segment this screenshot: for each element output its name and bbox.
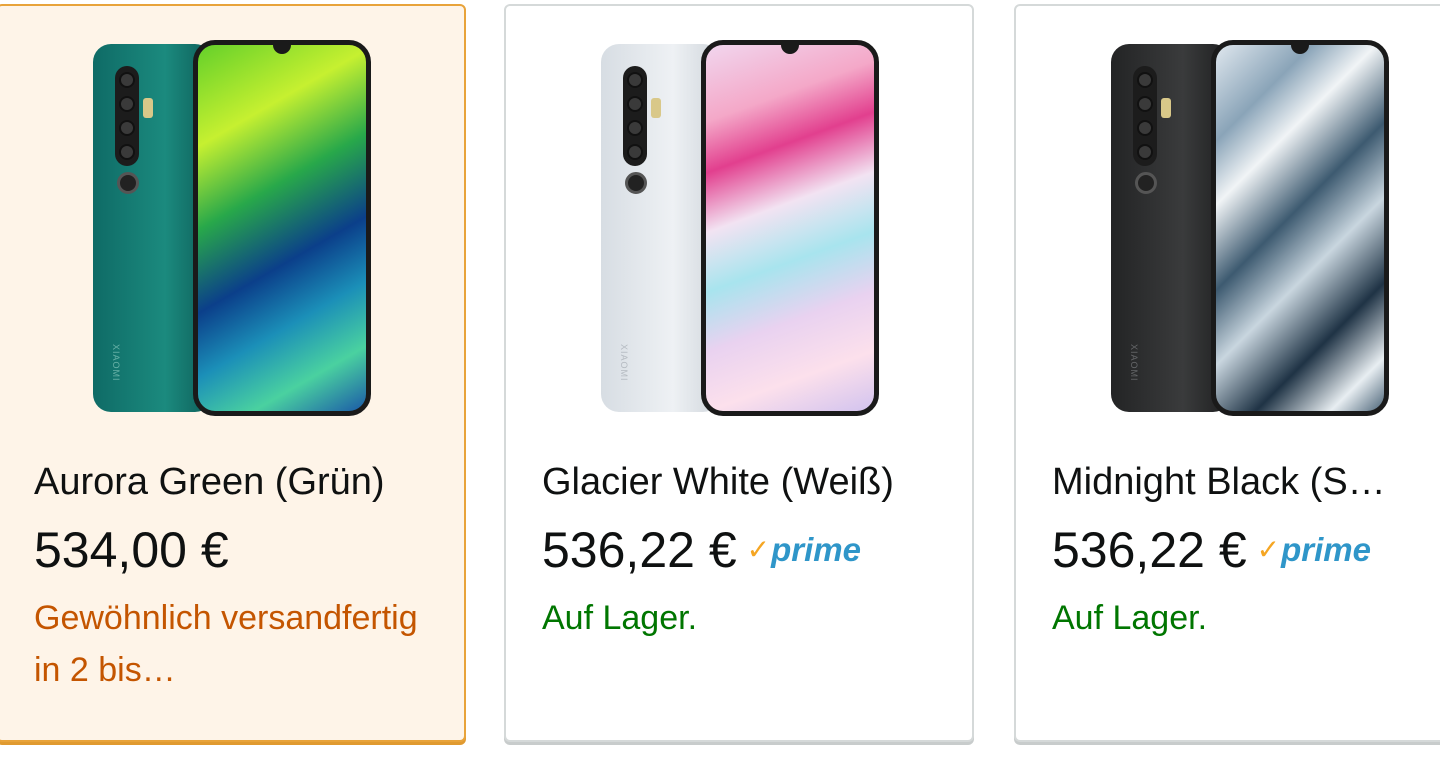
variant-price: 534,00 €	[34, 522, 229, 578]
product-image: XIAOMI	[93, 40, 377, 418]
product-image: XIAOMI	[1111, 40, 1395, 418]
camera-module	[1133, 66, 1157, 166]
phone-screen-image	[193, 40, 371, 416]
camera-lens	[119, 144, 135, 160]
phone-brand-text: XIAOMI	[619, 344, 629, 382]
prime-badge: ✓ prime	[1257, 530, 1371, 570]
prime-label: prime	[1281, 531, 1371, 568]
phone-notch	[1291, 45, 1309, 54]
camera-lens-main	[625, 172, 647, 194]
camera-lens	[1137, 120, 1153, 136]
prime-label: prime	[771, 531, 861, 568]
camera-lens	[627, 120, 643, 136]
camera-flash	[1161, 98, 1171, 118]
variant-price: 536,22 €	[1052, 522, 1247, 578]
product-image: XIAOMI	[601, 40, 885, 418]
availability-text: Gewöhnlich versandfertig in 2 bis…	[34, 599, 418, 689]
prime-badge: ✓ prime	[747, 530, 861, 570]
camera-lens	[627, 72, 643, 88]
camera-lens	[1137, 72, 1153, 88]
availability-text: Auf Lager.	[1052, 599, 1208, 637]
camera-module	[115, 66, 139, 166]
camera-lens-main	[117, 172, 139, 194]
camera-lens	[119, 96, 135, 112]
variant-card-aurora-green[interactable]: XIAOMI Aurora Green (Grün) 534,00 € Gewö…	[0, 4, 466, 742]
camera-lens	[627, 96, 643, 112]
phone-screen-image	[1211, 40, 1389, 416]
camera-flash	[143, 98, 153, 118]
prime-check-icon: ✓	[1256, 534, 1281, 565]
camera-module	[623, 66, 647, 166]
variant-selector-row: XIAOMI Aurora Green (Grün) 534,00 € Gewö…	[0, 0, 1440, 768]
price-row: 534,00 €	[34, 520, 229, 580]
variant-title: Midnight Black (S…	[1052, 461, 1386, 503]
variant-title: Aurora Green (Grün)	[34, 461, 385, 503]
phone-notch	[781, 45, 799, 54]
camera-lens	[119, 72, 135, 88]
variant-card-glacier-white[interactable]: XIAOMI Glacier White (Weiß) 536,22 € ✓ p…	[504, 4, 974, 742]
prime-check-icon: ✓	[746, 534, 771, 565]
variant-card-midnight-black[interactable]: XIAOMI Midnight Black (S… 536,22 € ✓ pri…	[1014, 4, 1440, 742]
camera-flash	[651, 98, 661, 118]
price-row: 536,22 € ✓ prime	[542, 520, 861, 580]
camera-lens	[119, 120, 135, 136]
phone-brand-text: XIAOMI	[1129, 344, 1139, 382]
phone-brand-text: XIAOMI	[111, 344, 121, 382]
camera-lens	[627, 144, 643, 160]
camera-lens	[1137, 144, 1153, 160]
variant-price: 536,22 €	[542, 522, 737, 578]
availability-text: Auf Lager.	[542, 599, 698, 637]
price-row: 536,22 € ✓ prime	[1052, 520, 1371, 580]
variant-title: Glacier White (Weiß)	[542, 461, 894, 503]
camera-lens	[1137, 96, 1153, 112]
camera-lens-main	[1135, 172, 1157, 194]
phone-notch	[273, 45, 291, 54]
phone-screen-image	[701, 40, 879, 416]
